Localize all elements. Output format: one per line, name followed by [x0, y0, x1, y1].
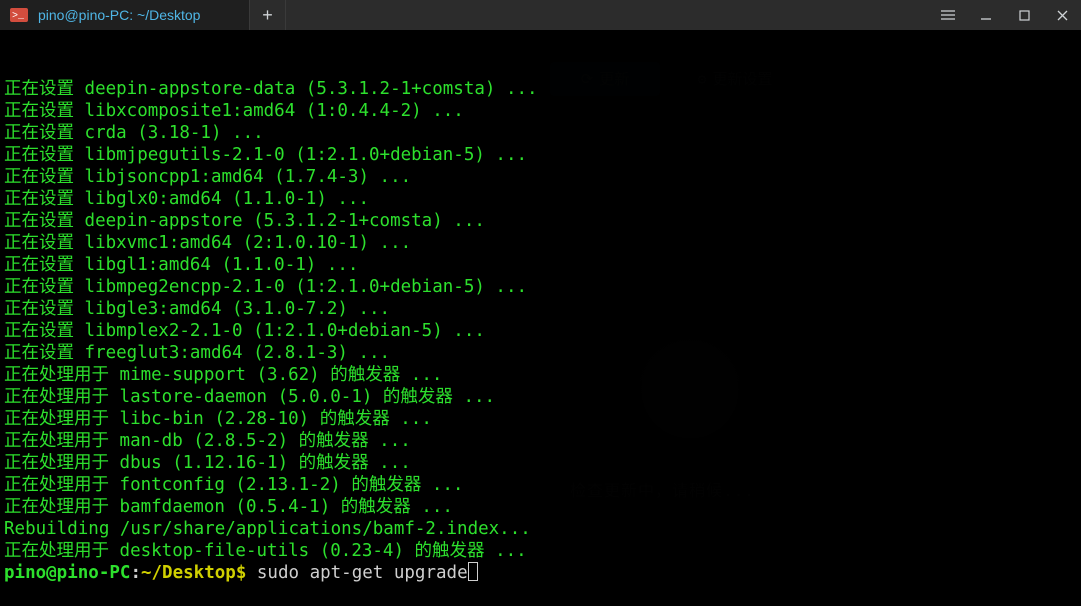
terminal-line: 正在设置 libxvmc1:amd64 (2:1.0.10-1) ... [4, 232, 1077, 254]
terminal-line: 正在设置 libglx0:amd64 (1.1.0-1) ... [4, 188, 1077, 210]
terminal-line: 正在设置 libgle3:amd64 (3.1.0-7.2) ... [4, 298, 1077, 320]
terminal-line: 正在设置 deepin-appstore (5.3.1.2-1+comsta) … [4, 210, 1077, 232]
terminal-line: 正在处理用于 desktop-file-utils (0.23-4) 的触发器 … [4, 540, 1077, 562]
prompt-dollar: $ [236, 563, 247, 583]
terminal-line: 正在设置 deepin-appstore-data (5.3.1.2-1+com… [4, 78, 1077, 100]
terminal-line: 正在设置 libmpeg2encpp-2.1-0 (1:2.1.0+debian… [4, 276, 1077, 298]
maximize-button[interactable] [1005, 0, 1043, 30]
terminal-cursor [468, 562, 478, 581]
prompt-user-host: pino@pino-PC [4, 563, 130, 583]
command-input[interactable]: sudo apt-get upgrade [246, 563, 467, 583]
terminal-line: 正在处理用于 lastore-daemon (5.0.0-1) 的触发器 ... [4, 386, 1077, 408]
minimize-button[interactable] [967, 0, 1005, 30]
new-tab-button[interactable]: + [250, 0, 286, 30]
terminal-line: Rebuilding /usr/share/applications/bamf-… [4, 518, 1077, 540]
window-controls [929, 0, 1081, 30]
close-button[interactable] [1043, 0, 1081, 30]
terminal-line: 正在设置 libjsoncpp1:amd64 (1.7.4-3) ... [4, 166, 1077, 188]
terminal-line: 正在设置 crda (3.18-1) ... [4, 122, 1077, 144]
prompt-separator: : [130, 563, 141, 583]
prompt-line: pino@pino-PC:~/Desktop$ sudo apt-get upg… [4, 562, 1077, 584]
prompt-path: ~/Desktop [141, 563, 236, 583]
terminal-line: 正在设置 libgl1:amd64 (1.1.0-1) ... [4, 254, 1077, 276]
terminal-line: 正在设置 libxcomposite1:amd64 (1:0.4.4-2) ..… [4, 100, 1077, 122]
terminal-line: 正在处理用于 fontconfig (2.13.1-2) 的触发器 ... [4, 474, 1077, 496]
terminal-line: 正在处理用于 mime-support (3.62) 的触发器 ... [4, 364, 1077, 386]
terminal-line: 正在处理用于 libc-bin (2.28-10) 的触发器 ... [4, 408, 1077, 430]
menu-button[interactable] [929, 0, 967, 30]
terminal-line: 正在处理用于 man-db (2.8.5-2) 的触发器 ... [4, 430, 1077, 452]
terminal-line: 正在处理用于 dbus (1.12.16-1) 的触发器 ... [4, 452, 1077, 474]
terminal-output[interactable]: 正在设置 deepin-appstore-data (5.3.1.2-1+com… [0, 30, 1081, 553]
titlebar-spacer [286, 0, 929, 30]
terminal-line: 正在设置 freeglut3:amd64 (2.8.1-3) ... [4, 342, 1077, 364]
terminal-icon [10, 8, 28, 22]
tab-title: pino@pino-PC: ~/Desktop [38, 4, 200, 26]
terminal-tab[interactable]: pino@pino-PC: ~/Desktop [0, 0, 250, 30]
terminal-line: 正在设置 libmjpegutils-2.1-0 (1:2.1.0+debian… [4, 144, 1077, 166]
terminal-line: 正在处理用于 bamfdaemon (0.5.4-1) 的触发器 ... [4, 496, 1077, 518]
terminal-line: 正在设置 libmplex2-2.1-0 (1:2.1.0+debian-5) … [4, 320, 1077, 342]
window-titlebar: pino@pino-PC: ~/Desktop + [0, 0, 1081, 30]
